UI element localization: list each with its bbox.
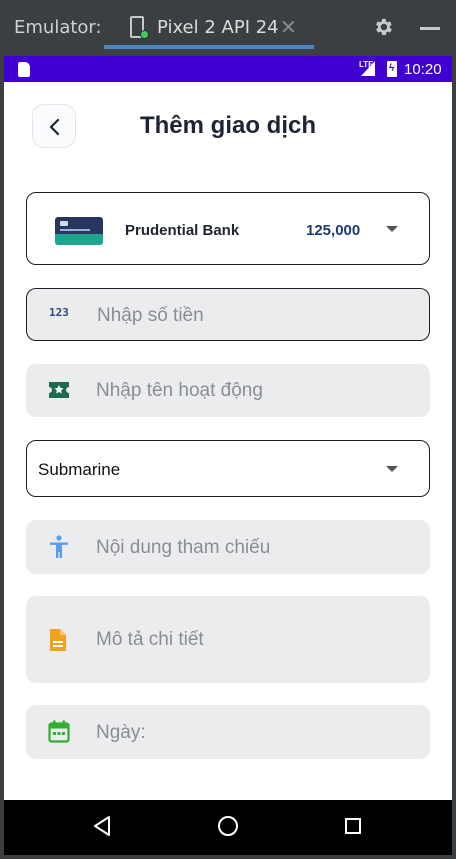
activity-placeholder: Nhập tên hoạt động bbox=[96, 380, 263, 401]
activity-name-input[interactable]: Nhập tên hoạt động bbox=[26, 364, 430, 417]
date-placeholder: Ngày: bbox=[96, 722, 146, 743]
accessibility-icon bbox=[50, 535, 68, 558]
status-clock: 10:20 bbox=[404, 61, 442, 78]
dropdown-arrow-icon bbox=[386, 226, 398, 232]
document-icon bbox=[50, 629, 66, 651]
active-tab-indicator bbox=[104, 45, 314, 49]
amount-input[interactable]: 123 Nhập số tiền bbox=[26, 288, 430, 341]
ticket-star-icon bbox=[49, 382, 69, 398]
nav-back-icon[interactable] bbox=[93, 816, 111, 836]
category-select[interactable]: Submarine bbox=[26, 440, 430, 497]
bank-name: Prudential Bank bbox=[125, 222, 240, 239]
charging-bolt-icon: ϟ bbox=[389, 63, 395, 74]
account-selector[interactable]: Prudential Bank 125,000 bbox=[26, 192, 430, 265]
nav-recents-icon[interactable] bbox=[345, 818, 361, 834]
device-tab-title[interactable]: Pixel 2 API 24 bbox=[157, 17, 279, 38]
emulator-toolbar: Emulator: Pixel 2 API 24 ✕ bbox=[0, 0, 456, 56]
category-selected-value: Submarine bbox=[38, 460, 121, 479]
numeric-123-icon: 123 bbox=[49, 306, 69, 319]
minimize-icon[interactable] bbox=[420, 27, 440, 30]
nav-home-icon[interactable] bbox=[218, 816, 238, 836]
description-placeholder: Mô tả chi tiết bbox=[96, 629, 204, 650]
device-running-indicator-icon bbox=[140, 30, 149, 39]
sd-card-icon bbox=[18, 62, 30, 77]
settings-gear-icon[interactable] bbox=[372, 16, 394, 38]
account-balance: 125,000 bbox=[306, 222, 361, 239]
page-title: Thêm giao dịch bbox=[139, 112, 316, 139]
calendar-icon bbox=[48, 720, 70, 743]
emulator-label: Emulator: bbox=[14, 17, 102, 38]
device-screen: LTE ϟ 10:20 Thêm giao dịch Prudential Ba… bbox=[4, 56, 452, 855]
system-navigation-bar bbox=[4, 800, 452, 855]
description-input[interactable]: Mô tả chi tiết bbox=[26, 596, 430, 683]
amount-placeholder: Nhập số tiền bbox=[97, 305, 204, 326]
dropdown-arrow-icon bbox=[386, 466, 398, 472]
network-type-label: LTE bbox=[359, 60, 374, 69]
date-input[interactable]: Ngày: bbox=[26, 705, 430, 759]
reference-input[interactable]: Nội dung tham chiếu bbox=[26, 520, 430, 574]
status-bar: LTE ϟ 10:20 bbox=[4, 56, 452, 82]
bank-card-icon bbox=[55, 217, 103, 245]
reference-placeholder: Nội dung tham chiếu bbox=[96, 537, 271, 558]
close-tab-icon[interactable]: ✕ bbox=[280, 15, 297, 40]
